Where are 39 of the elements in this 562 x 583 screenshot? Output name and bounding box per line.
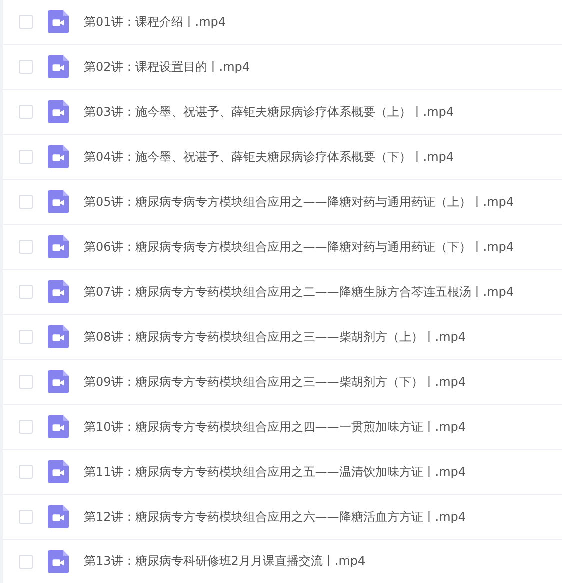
- file-name[interactable]: 第10讲：糖尿病专方专药模块组合应用之四——一贯煎加味方证丨.mp4: [84, 418, 466, 436]
- video-file-icon: [48, 370, 69, 394]
- video-file-icon: [48, 100, 69, 124]
- file-name[interactable]: 第13讲：糖尿病专科研修班2月月课直播交流丨.mp4: [84, 553, 366, 570]
- checkbox[interactable]: [19, 330, 33, 344]
- file-name[interactable]: 第08讲：糖尿病专方专药模块组合应用之三——柴胡剂方（上）丨.mp4: [84, 328, 466, 346]
- file-name[interactable]: 第03讲：施今墨、祝谌予、薛钜夫糖尿病诊疗体系概要（上）丨.mp4: [84, 104, 454, 120]
- video-file-icon: [48, 235, 69, 259]
- file-name[interactable]: 第01讲：课程介绍丨.mp4: [84, 14, 226, 30]
- checkbox[interactable]: [19, 420, 33, 434]
- checkbox[interactable]: [19, 240, 33, 254]
- checkbox[interactable]: [19, 285, 33, 299]
- video-file-icon: [48, 550, 69, 574]
- file-name[interactable]: 第07讲：糖尿病专方专药模块组合应用之二——降糖生脉方合芩连五根汤丨.mp4: [84, 284, 514, 300]
- video-file-icon: [48, 325, 69, 349]
- file-name[interactable]: 第09讲：糖尿病专方专药模块组合应用之三——柴胡剂方（下）丨.mp4: [84, 374, 466, 390]
- file-name[interactable]: 第11讲：糖尿病专方专药模块组合应用之五——温清饮加味方证丨.mp4: [84, 464, 466, 480]
- video-file-icon: [48, 505, 69, 529]
- checkbox[interactable]: [19, 105, 33, 119]
- file-name[interactable]: 第06讲：糖尿病专病专方模块组合应用之——降糖对药与通用药证（下）丨.mp4: [84, 238, 514, 256]
- video-file-icon: [48, 460, 69, 484]
- checkbox[interactable]: [19, 554, 33, 568]
- video-file-icon: [48, 10, 69, 34]
- file-name[interactable]: 第05讲：糖尿病专病专方模块组合应用之——降糖对药与通用药证（上）丨.mp4: [84, 194, 514, 210]
- checkbox[interactable]: [19, 150, 33, 164]
- checkbox[interactable]: [19, 510, 33, 524]
- file-name[interactable]: 第04讲：施今墨、祝谌予、薛钜夫糖尿病诊疗体系概要（下）丨.mp4: [84, 148, 454, 166]
- checkbox[interactable]: [19, 60, 33, 74]
- checkbox[interactable]: [19, 195, 33, 209]
- video-file-icon: [48, 190, 69, 214]
- file-name[interactable]: 第12讲：糖尿病专方专药模块组合应用之六——降糖活血方方证丨.mp4: [84, 508, 466, 526]
- checkbox[interactable]: [19, 465, 33, 479]
- checkbox[interactable]: [19, 15, 33, 29]
- video-file-icon: [48, 145, 69, 169]
- checkbox[interactable]: [19, 375, 33, 389]
- video-file-icon: [48, 280, 69, 304]
- video-file-icon: [48, 55, 69, 79]
- file-name[interactable]: 第02讲：课程设置目的丨.mp4: [84, 58, 250, 76]
- video-file-icon: [48, 415, 69, 439]
